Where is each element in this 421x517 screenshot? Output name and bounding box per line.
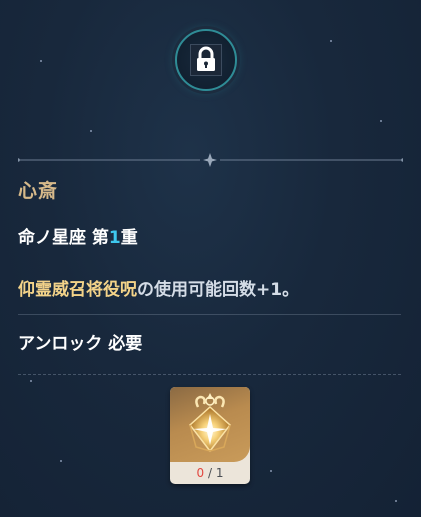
background-star [395, 500, 397, 502]
constellation-level-number: 1 [108, 228, 121, 248]
required-item-card[interactable]: 0 / 1 [170, 387, 250, 484]
unlock-requirement-label: アンロック 必要 [18, 334, 143, 354]
constellation-gem-icon [188, 393, 232, 453]
constellation-level-suffix: 重 [120, 228, 138, 248]
constellation-level: 命ノ星座 第1重 [18, 223, 138, 248]
dashed-divider [18, 374, 401, 375]
section-divider [18, 314, 401, 315]
padlock-icon [197, 46, 215, 71]
item-count-separator: / [204, 466, 216, 480]
constellation-level-prefix: 命ノ星座 第 [18, 228, 109, 248]
effect-text: の使用可能回数+1。 [137, 280, 300, 300]
item-count-have: 0 [196, 466, 205, 480]
background-star [330, 40, 332, 42]
item-art [170, 387, 250, 462]
background-star [60, 460, 62, 462]
item-count: 0 / 1 [170, 462, 250, 484]
item-count-need: 1 [215, 466, 224, 480]
lock-badge [175, 29, 237, 91]
background-star [90, 130, 92, 132]
background-star [40, 60, 42, 62]
background-star [270, 470, 272, 472]
background-star [30, 380, 32, 382]
effect-skill-name: 仰霊威召将役呪 [18, 280, 137, 300]
ornamental-divider [18, 153, 403, 167]
constellation-effect: 仰霊威召将役呪の使用可能回数+1。 [18, 275, 299, 300]
constellation-name: 心斎 [18, 180, 59, 202]
constellation-detail-panel: 心斎 命ノ星座 第1重 仰霊威召将役呪の使用可能回数+1。 アンロック 必要 0… [0, 0, 421, 517]
background-star [380, 120, 382, 122]
